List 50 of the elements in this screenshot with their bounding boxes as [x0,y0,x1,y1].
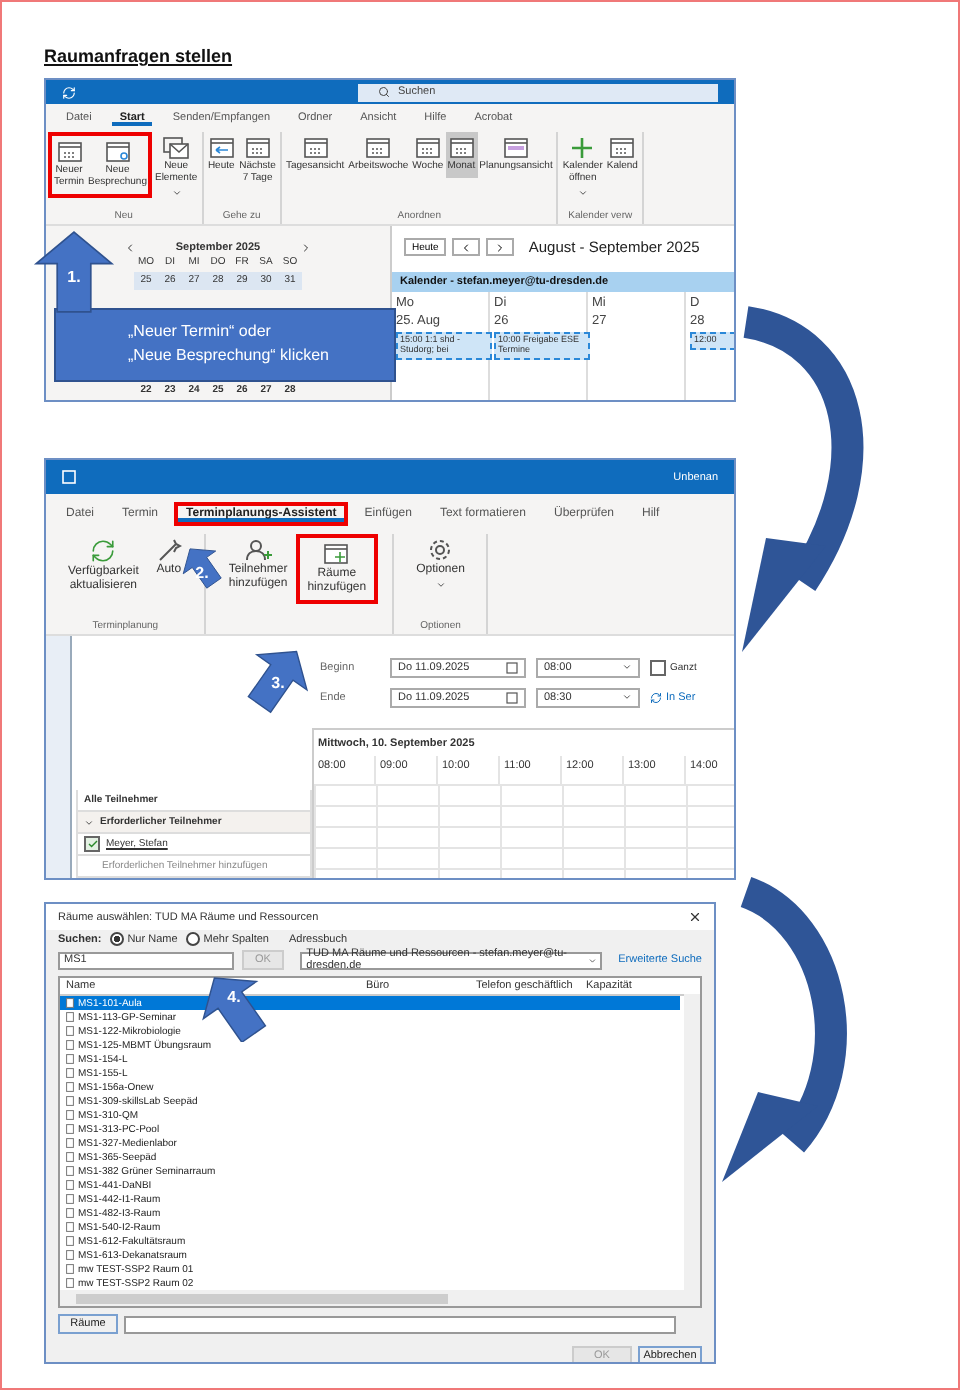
chevron-down-icon [622,662,632,672]
block-arrow [33,231,115,313]
sync-icon [62,85,76,99]
calendar-icon [501,136,530,160]
previous-icon[interactable] [123,242,136,254]
calendar-icon [413,136,442,160]
radio-button[interactable] [109,932,124,946]
plus-icon [568,136,597,160]
meeting-icon [103,140,132,164]
scrollbar[interactable] [60,1290,700,1306]
close-icon[interactable] [688,910,702,924]
calendar-icon [364,136,393,160]
block-arrow [247,650,309,714]
scrollbar[interactable] [684,994,700,1290]
calendar-icon [447,136,476,160]
refresh-icon [90,538,117,564]
wand-icon [154,538,183,562]
step-number: 3. [271,674,285,693]
calendar-icon [506,661,518,673]
instruction-callout: „Neuer Termin“ oder „Neue Besprechung“ klicken [54,308,396,382]
save-icon [62,470,76,484]
chevron-down-icon [622,692,632,702]
page-title: Raumanfragen stellen [44,46,235,66]
recurrence-icon [650,691,662,703]
block-arrow [202,977,267,1042]
envelope-icon [162,136,191,160]
calendar-icon [301,136,330,160]
next-icon[interactable] [300,242,313,254]
gear-icon [426,538,455,562]
check-icon [87,840,97,848]
person-add-icon [244,538,273,562]
calendar-icon [608,136,637,160]
chevron-down-icon[interactable] [84,817,94,827]
calendar-plus-icon [322,542,351,566]
step-number: 1. [67,267,81,286]
previous-button[interactable] [452,238,481,256]
selection-field[interactable] [124,1315,676,1333]
next-button[interactable] [486,238,515,256]
calendar-icon [243,136,272,160]
calendar-icon [506,691,518,703]
chevron-left-icon [460,241,473,253]
radio-button[interactable] [185,932,200,946]
chevron-right-icon [494,241,507,253]
search-icon [378,86,390,98]
calendar-icon [55,140,83,164]
step-number: 2. [195,563,209,582]
chevron-down-icon [587,955,597,965]
checkbox[interactable] [650,659,666,675]
block-arrow [182,548,222,589]
checkbox[interactable] [84,836,100,852]
